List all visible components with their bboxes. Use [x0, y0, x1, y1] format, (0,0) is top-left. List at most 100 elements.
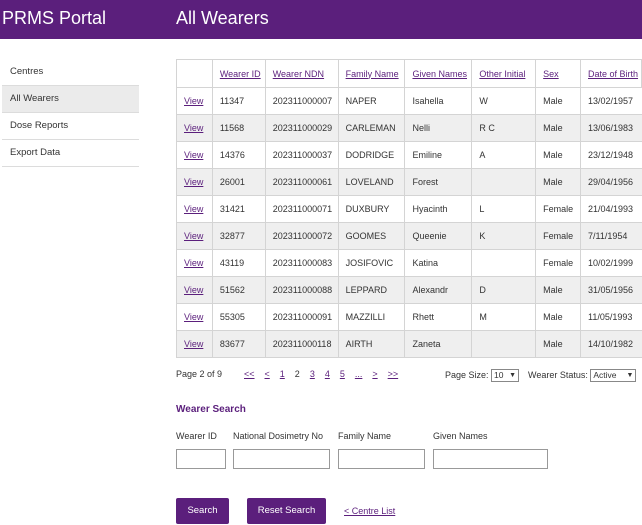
table-row: View 11568 202311000029 CARLEMAN Nelli R C Mal… — [176, 114, 642, 142]
wearers-table: Wearer ID Wearer NDN Family Name Given N… — [176, 59, 642, 358]
cell-sex: Male — [535, 87, 581, 115]
wearer-id-label: Wearer ID — [176, 431, 217, 441]
table-header-row: Wearer ID Wearer NDN Family Name Given N… — [176, 59, 642, 88]
page-link-3[interactable]: 3 — [310, 369, 315, 379]
cell-given-names: Forest — [404, 168, 473, 196]
given-names-label: Given Names — [433, 431, 488, 441]
pagination-bar: Page 2 of 9 << <1 2 3 4 5... > >> Page Size: 10… — [176, 369, 642, 383]
table-row: View 14376 202311000037 DODRIDGE Emiline A Mal… — [176, 141, 642, 169]
cell-family-name: MAZZILLI — [337, 303, 406, 331]
cell-given-names: Alexandr — [404, 276, 473, 304]
sidebar-item-dose-reports[interactable]: Dose Reports — [2, 113, 139, 140]
wearer-status-label: Wearer Status: — [528, 369, 588, 380]
view-link[interactable]: View — [184, 312, 203, 322]
wearer-status-select[interactable]: Active ▼ — [590, 369, 637, 382]
cell-sex: Female — [535, 222, 581, 250]
cell-family-name: JOSIFOVIC — [337, 249, 406, 277]
page-link-2-current: 2 — [294, 369, 300, 379]
page-link-1[interactable]: 1 — [280, 369, 285, 379]
cell-sex: Male — [535, 330, 581, 358]
page-link-5[interactable]: 5 — [340, 369, 345, 379]
view-link[interactable]: View — [184, 231, 203, 241]
cell-wearer-id: 55305 — [211, 303, 266, 331]
cell-given-names: Emiline — [404, 141, 473, 169]
view-link[interactable]: View — [184, 204, 203, 214]
cell-sex: Male — [535, 141, 581, 169]
wearer-status-control: Wearer Status: Active ▼ — [528, 369, 637, 382]
chevron-down-icon: ▼ — [509, 372, 517, 379]
cell-date-of-birth: 29/04/1956 — [580, 168, 642, 196]
cell-wearer-id: 11568 — [211, 114, 266, 142]
cell-wearer-id: 31421 — [211, 195, 266, 223]
cell-wearer-id: 14376 — [211, 141, 266, 169]
ndn-input[interactable] — [233, 449, 330, 469]
search-button[interactable]: Search — [176, 498, 229, 524]
table-row: View 43119 202311000083 JOSIFOVIC Katina Fema… — [176, 249, 642, 277]
column-header-other-initial[interactable]: Other Initial — [471, 59, 537, 88]
column-header-wearer-id[interactable]: Wearer ID — [211, 59, 266, 88]
cell-wearer-ndn: 202311000118 — [264, 330, 339, 358]
next-page-link[interactable]: > — [372, 369, 377, 379]
view-link[interactable]: View — [184, 150, 203, 160]
pagination-links: << <1 2 3 4 5... > >> — [244, 369, 408, 379]
sidebar: Centres All Wearers Dose Reports Export … — [2, 59, 139, 167]
page-title: All Wearers — [176, 8, 269, 28]
cell-date-of-birth: 23/12/1948 — [580, 141, 642, 169]
app-header: PRMS Portal All Wearers — [0, 0, 642, 39]
cell-family-name: DUXBURY — [337, 195, 406, 223]
cell-other-initial: D — [471, 276, 537, 304]
view-link[interactable]: View — [184, 258, 203, 268]
ndn-label: National Dosimetry No — [233, 431, 324, 441]
reset-search-button[interactable]: Reset Search — [247, 498, 326, 524]
cell-other-initial: W — [471, 87, 537, 115]
cell-wearer-id: 83677 — [211, 330, 266, 358]
cell-sex: Female — [535, 195, 581, 223]
cell-other-initial: M — [471, 303, 537, 331]
column-header-family-name[interactable]: Family Name — [337, 59, 406, 88]
cell-wearer-ndn: 202311000029 — [264, 114, 339, 142]
table-row: View 32877 202311000072 GOOMES Queenie K Femal… — [176, 222, 642, 250]
page-size-control: Page Size: 10 ▼ — [445, 369, 520, 382]
cell-other-initial: A — [471, 141, 537, 169]
cell-date-of-birth: 31/05/1956 — [580, 276, 642, 304]
search-heading: Wearer Search — [176, 404, 246, 415]
sidebar-item-centres[interactable]: Centres — [2, 59, 139, 86]
cell-date-of-birth: 14/10/1982 — [580, 330, 642, 358]
cell-other-initial: R C — [471, 114, 537, 142]
view-link[interactable]: View — [184, 123, 203, 133]
cell-other-initial — [471, 249, 537, 277]
wearer-id-input[interactable] — [176, 449, 226, 469]
view-link[interactable]: View — [184, 339, 203, 349]
page-link-4[interactable]: 4 — [325, 369, 330, 379]
view-link[interactable]: View — [184, 177, 203, 187]
cell-given-names: Hyacinth — [404, 195, 473, 223]
view-link[interactable]: View — [184, 285, 203, 295]
centre-list-link[interactable]: < Centre List — [344, 506, 395, 516]
cell-wearer-ndn: 202311000071 — [264, 195, 339, 223]
column-header-sex[interactable]: Sex — [535, 59, 581, 88]
table-row: View 11347 202311000007 NAPER Isahella W Male 1… — [176, 87, 642, 115]
prev-page-link[interactable]: < — [265, 369, 270, 379]
more-pages-link[interactable]: ... — [355, 369, 363, 379]
cell-sex: Female — [535, 249, 581, 277]
given-names-input[interactable] — [433, 449, 548, 469]
column-header-action — [176, 59, 213, 88]
brand-title[interactable]: PRMS Portal — [2, 8, 106, 29]
sidebar-item-all-wearers[interactable]: All Wearers — [2, 86, 139, 113]
cell-family-name: GOOMES — [337, 222, 406, 250]
cell-sex: Male — [535, 276, 581, 304]
view-link[interactable]: View — [184, 96, 203, 106]
family-name-input[interactable] — [338, 449, 425, 469]
family-name-label: Family Name — [338, 431, 392, 441]
last-page-link[interactable]: >> — [388, 369, 399, 379]
cell-given-names: Nelli — [404, 114, 473, 142]
column-header-given-names[interactable]: Given Names — [404, 59, 473, 88]
column-header-wearer-ndn[interactable]: Wearer NDN — [264, 59, 339, 88]
first-page-link[interactable]: << — [244, 369, 255, 379]
cell-family-name: DODRIDGE — [337, 141, 406, 169]
cell-given-names: Queenie — [404, 222, 473, 250]
cell-other-initial — [471, 330, 537, 358]
page-size-select[interactable]: 10 ▼ — [491, 369, 520, 382]
sidebar-item-export-data[interactable]: Export Data — [2, 140, 139, 167]
column-header-date-of-birth[interactable]: Date of Birth — [580, 59, 642, 88]
